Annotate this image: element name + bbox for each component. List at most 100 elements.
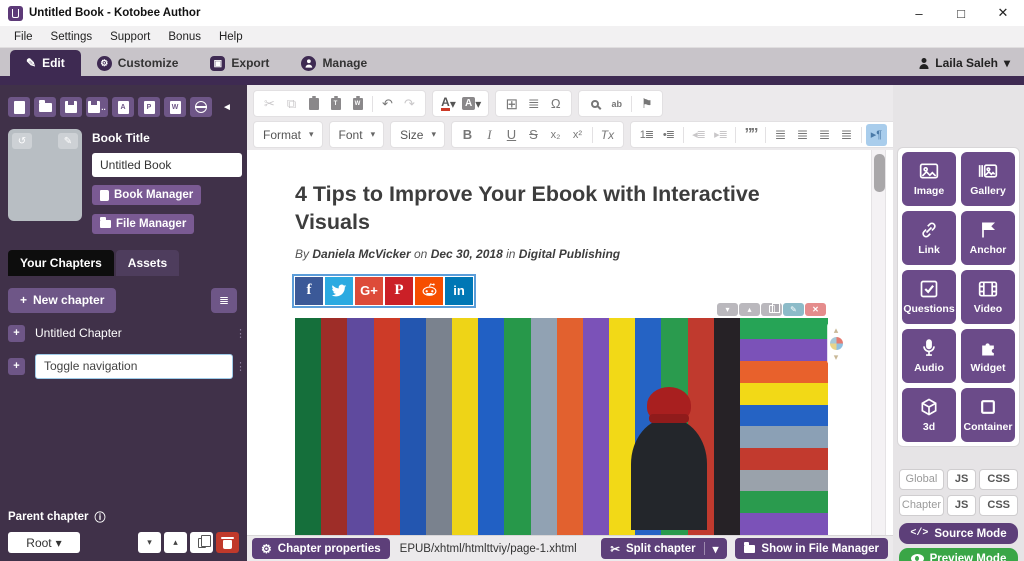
social-share-row[interactable]: f G+ P in bbox=[295, 277, 473, 305]
insert-audio-button[interactable]: Audio bbox=[902, 329, 956, 383]
paste-button[interactable] bbox=[303, 93, 324, 115]
editor-scrollbar[interactable] bbox=[871, 150, 886, 535]
delete-element-button[interactable] bbox=[805, 303, 826, 316]
blockquote-icon[interactable] bbox=[740, 124, 761, 146]
chapter-item-untitled[interactable]: Untitled Chapter bbox=[8, 325, 247, 342]
align-center-icon[interactable] bbox=[792, 124, 813, 146]
size-dropdown[interactable]: Size bbox=[390, 121, 445, 148]
nudge-down-icon[interactable] bbox=[834, 353, 839, 361]
chapter-css-button[interactable]: CSS bbox=[979, 495, 1018, 516]
insert-link-button[interactable]: Link bbox=[902, 211, 956, 265]
bullet-list-icon[interactable] bbox=[658, 124, 679, 146]
bold-button[interactable]: B bbox=[457, 124, 478, 146]
tab-manage[interactable]: Manage bbox=[285, 50, 383, 76]
text-direction-ltr-icon[interactable] bbox=[866, 124, 887, 146]
info-icon[interactable] bbox=[95, 509, 106, 525]
move-element-down-button[interactable] bbox=[717, 303, 738, 316]
pinterest-icon[interactable]: P bbox=[385, 277, 413, 305]
reddit-icon[interactable] bbox=[415, 277, 443, 305]
maximize-button[interactable]: □ bbox=[940, 0, 982, 26]
book-manager-button[interactable]: Book Manager bbox=[92, 185, 201, 205]
insert-video-button[interactable]: Video bbox=[961, 270, 1015, 324]
chapter-properties-button[interactable]: Chapter properties bbox=[252, 538, 390, 559]
chapter-title[interactable]: Untitled Chapter bbox=[35, 326, 122, 340]
ordered-list-icon[interactable] bbox=[636, 124, 657, 146]
chapter-rename-input[interactable] bbox=[35, 354, 233, 379]
insert-widget-button[interactable]: Widget bbox=[961, 329, 1015, 383]
close-button[interactable]: ✕ bbox=[982, 0, 1024, 26]
chapter-item-editing[interactable] bbox=[8, 354, 247, 379]
scrollbar-thumb[interactable] bbox=[874, 154, 885, 192]
remove-format-button[interactable]: Tx bbox=[597, 124, 618, 146]
special-character-button[interactable]: Ω bbox=[545, 93, 566, 115]
show-in-file-manager-button[interactable]: Show in File Manager bbox=[735, 538, 888, 559]
global-css-button[interactable]: CSS bbox=[979, 469, 1018, 490]
export-pdf-button[interactable]: A bbox=[112, 97, 134, 117]
copy-icon[interactable] bbox=[281, 93, 302, 115]
superscript-button[interactable]: x² bbox=[567, 124, 588, 146]
insert-questions-button[interactable]: Questions bbox=[902, 270, 956, 324]
indent-icon[interactable] bbox=[710, 124, 731, 146]
move-element-up-button[interactable] bbox=[739, 303, 760, 316]
format-dropdown[interactable]: Format bbox=[253, 121, 323, 148]
duplicate-chapter-button[interactable] bbox=[190, 532, 213, 553]
refresh-cover-icon[interactable] bbox=[12, 133, 32, 149]
duplicate-element-button[interactable] bbox=[761, 303, 782, 316]
insert-image-button[interactable]: Image bbox=[902, 152, 956, 206]
tab-customize[interactable]: Customize bbox=[81, 50, 195, 76]
move-chapter-up-button[interactable] bbox=[164, 532, 187, 553]
save-as-button[interactable]: .. bbox=[86, 97, 108, 117]
file-manager-button[interactable]: File Manager bbox=[92, 214, 194, 234]
article-heading[interactable]: 4 Tips to Improve Your Ebook with Intera… bbox=[295, 180, 840, 237]
export-web-button[interactable] bbox=[190, 97, 212, 117]
italic-button[interactable]: I bbox=[479, 124, 500, 146]
editor-content[interactable]: 4 Tips to Improve Your Ebook with Intera… bbox=[247, 150, 893, 535]
twitter-icon[interactable] bbox=[325, 277, 353, 305]
new-book-button[interactable] bbox=[8, 97, 30, 117]
insert-anchor-button[interactable]: Anchor bbox=[961, 211, 1015, 265]
redo-icon[interactable] bbox=[399, 93, 420, 115]
chapter-js-button[interactable]: JS bbox=[947, 495, 976, 516]
expand-chapter-icon[interactable] bbox=[8, 358, 25, 375]
edit-cover-icon[interactable] bbox=[58, 133, 78, 149]
tab-your-chapters[interactable]: Your Chapters bbox=[8, 250, 114, 276]
edit-element-button[interactable] bbox=[783, 303, 804, 316]
preview-mode-button[interactable]: Preview Mode bbox=[899, 548, 1018, 561]
cut-icon[interactable] bbox=[259, 93, 280, 115]
facebook-icon[interactable]: f bbox=[295, 277, 323, 305]
export-word-button[interactable]: W bbox=[164, 97, 186, 117]
align-right-icon[interactable] bbox=[814, 124, 835, 146]
find-replace-icon[interactable] bbox=[606, 93, 627, 115]
new-chapter-button[interactable]: New chapter bbox=[8, 288, 116, 313]
insert-3d-button[interactable]: 3d bbox=[902, 388, 956, 442]
split-chapter-button[interactable]: Split chapter bbox=[601, 538, 727, 559]
align-left-icon[interactable] bbox=[770, 124, 791, 146]
source-mode-button[interactable]: </> Source Mode bbox=[899, 523, 1018, 544]
linkedin-icon[interactable]: in bbox=[445, 277, 473, 305]
book-title-input[interactable] bbox=[92, 153, 242, 177]
google-plus-icon[interactable]: G+ bbox=[355, 277, 383, 305]
insert-table-icon[interactable] bbox=[501, 93, 522, 115]
paste-from-word-button[interactable]: W bbox=[347, 93, 368, 115]
undo-icon[interactable] bbox=[377, 93, 398, 115]
book-cover-placeholder[interactable] bbox=[8, 129, 82, 221]
menu-file[interactable]: File bbox=[6, 29, 41, 45]
color-wheel-icon[interactable] bbox=[830, 337, 843, 350]
font-dropdown[interactable]: Font bbox=[329, 121, 385, 148]
background-color-button[interactable]: A bbox=[460, 93, 483, 115]
move-chapter-down-button[interactable] bbox=[138, 532, 161, 553]
subscript-button[interactable]: x₂ bbox=[545, 124, 566, 146]
paste-as-text-button[interactable]: T bbox=[325, 93, 346, 115]
minimize-button[interactable]: – bbox=[898, 0, 940, 26]
collapse-sidebar-arrow[interactable] bbox=[222, 102, 232, 113]
horizontal-rule-icon[interactable] bbox=[523, 93, 544, 115]
nudge-up-icon[interactable] bbox=[834, 326, 839, 334]
select-all-flag-icon[interactable] bbox=[636, 93, 657, 115]
drag-handle-icon[interactable] bbox=[235, 360, 245, 373]
menu-settings[interactable]: Settings bbox=[43, 29, 101, 45]
search-button[interactable] bbox=[584, 93, 605, 115]
expand-chapter-icon[interactable] bbox=[8, 325, 25, 342]
user-menu[interactable]: Laila Saleh bbox=[918, 50, 1024, 76]
delete-chapter-button[interactable] bbox=[216, 532, 239, 553]
global-js-button[interactable]: JS bbox=[947, 469, 976, 490]
